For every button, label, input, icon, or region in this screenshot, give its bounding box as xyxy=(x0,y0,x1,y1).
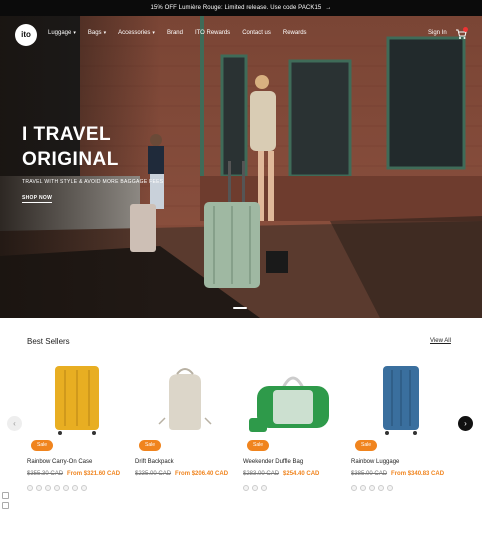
nav-item-contact[interactable]: Contact us xyxy=(242,30,271,36)
product-prices: $385.00 CAD From $340.83 CAD xyxy=(351,471,444,477)
nav-item-ito-rewards[interactable]: ITO Rewards xyxy=(195,30,230,36)
color-swatches xyxy=(243,485,267,491)
hero-subtitle: TRAVEL WITH STYLE & AVOID MORE BAGGAGE F… xyxy=(22,179,164,185)
product-name[interactable]: Rainbow Carry-On Case xyxy=(27,459,92,465)
slider-indicator[interactable] xyxy=(233,307,247,309)
nav-label: Accessories xyxy=(118,30,151,36)
color-swatch[interactable] xyxy=(54,485,60,491)
old-price: $283.00 CAD xyxy=(243,471,280,477)
nav-label: Rewards xyxy=(282,30,307,36)
nav-label: Bags xyxy=(87,30,102,36)
shop-now-button[interactable]: SHOP NOW xyxy=(22,195,53,203)
chevron-down-icon: ▾ xyxy=(103,30,107,36)
nav-item-rewards[interactable]: Rewards xyxy=(283,30,307,36)
sale-price: From $321.60 CAD xyxy=(67,471,121,477)
color-swatch[interactable] xyxy=(36,485,42,491)
cart-count-badge xyxy=(463,27,468,32)
nav-label: Luggage xyxy=(48,30,72,36)
product-card[interactable]: Sale Weekender Duffle Bag $283.00 CAD $25… xyxy=(243,360,343,500)
hero-title: I TRAVEL ORIGINAL xyxy=(22,122,119,172)
nav-label: ITO Rewards xyxy=(194,30,231,36)
floating-widget[interactable] xyxy=(2,492,9,512)
color-swatch[interactable] xyxy=(351,485,357,491)
sale-price: From $206.40 CAD xyxy=(175,471,229,477)
sale-badge: Sale xyxy=(31,440,54,451)
color-swatches xyxy=(351,485,393,491)
hero-title-line2: ORIGINAL xyxy=(22,149,119,170)
product-name[interactable]: Drift Backpack xyxy=(135,459,174,465)
sale-badge: Sale xyxy=(139,440,162,451)
brand-logo[interactable]: ito xyxy=(15,24,37,46)
carousel-next-button[interactable]: › xyxy=(458,416,473,431)
color-swatch[interactable] xyxy=(252,485,258,491)
nav-item-brand[interactable]: Brand xyxy=(167,30,183,36)
old-price: $385.00 CAD xyxy=(351,471,388,477)
product-card[interactable]: Sale Rainbow Carry-On Case $355.30 CAD Fr… xyxy=(27,360,127,500)
announcement-bar[interactable]: 15% OFF Lumière Rouge: Limited release. … xyxy=(0,0,482,16)
product-image[interactable] xyxy=(27,360,127,440)
product-prices: $283.00 CAD $254.40 CAD xyxy=(243,471,319,477)
hero-banner: ito Luggage ▾ Bags ▾ Accessories ▾ Brand IT… xyxy=(0,16,482,318)
color-swatch[interactable] xyxy=(261,485,267,491)
product-image[interactable] xyxy=(351,360,451,440)
product-image[interactable] xyxy=(135,360,235,440)
sale-price: $254.40 CAD xyxy=(283,471,320,477)
arrow-right-icon: → xyxy=(325,5,332,11)
signin-link[interactable]: Sign In xyxy=(428,30,447,36)
sale-badge: Sale xyxy=(247,440,270,451)
color-swatch[interactable] xyxy=(63,485,69,491)
color-swatch[interactable] xyxy=(369,485,375,491)
main-nav: ito Luggage ▾ Bags ▾ Accessories ▾ Brand IT… xyxy=(0,16,482,54)
old-price: $235.00 CAD xyxy=(135,471,172,477)
product-image[interactable] xyxy=(243,360,343,440)
color-swatch[interactable] xyxy=(360,485,366,491)
nav-item-bags[interactable]: Bags ▾ xyxy=(88,30,106,36)
color-swatch[interactable] xyxy=(45,485,51,491)
nav-label: Brand xyxy=(166,30,183,36)
color-swatch[interactable] xyxy=(72,485,78,491)
view-all-link[interactable]: View All xyxy=(430,338,451,344)
product-prices: $235.00 CAD From $206.40 CAD xyxy=(135,471,228,477)
widget-icon[interactable] xyxy=(2,502,9,509)
product-card[interactable]: Sale Rainbow Luggage $385.00 CAD From $34… xyxy=(351,360,451,500)
color-swatch[interactable] xyxy=(27,485,33,491)
carousel-prev-button[interactable]: ‹ xyxy=(7,416,22,431)
chevron-down-icon: ▾ xyxy=(73,30,76,36)
sale-price: From $340.83 CAD xyxy=(391,471,445,477)
color-swatch[interactable] xyxy=(387,485,393,491)
sale-badge: Sale xyxy=(355,440,378,451)
product-name[interactable]: Rainbow Luggage xyxy=(351,459,399,465)
product-card[interactable]: Sale Drift Backpack $235.00 CAD From $206… xyxy=(135,360,235,500)
old-price: $355.30 CAD xyxy=(27,471,64,477)
product-prices: $355.30 CAD From $321.60 CAD xyxy=(27,471,120,477)
nav-menu: Luggage ▾ Bags ▾ Accessories ▾ Brand ITO Re… xyxy=(48,30,319,36)
product-name[interactable]: Weekender Duffle Bag xyxy=(243,459,303,465)
color-swatch[interactable] xyxy=(243,485,249,491)
hero-title-line1: I TRAVEL xyxy=(22,124,112,145)
widget-icon[interactable] xyxy=(2,492,9,499)
nav-item-luggage[interactable]: Luggage ▾ xyxy=(48,30,76,36)
color-swatch[interactable] xyxy=(81,485,87,491)
nav-label: Contact us xyxy=(242,30,271,36)
chevron-down-icon: ▾ xyxy=(152,30,155,36)
color-swatches xyxy=(27,485,87,491)
nav-item-accessories[interactable]: Accessories ▾ xyxy=(118,30,155,36)
announcement-text: 15% OFF Lumière Rouge: Limited release. … xyxy=(150,5,322,11)
section-title: Best Sellers xyxy=(27,337,70,346)
color-swatch[interactable] xyxy=(378,485,384,491)
